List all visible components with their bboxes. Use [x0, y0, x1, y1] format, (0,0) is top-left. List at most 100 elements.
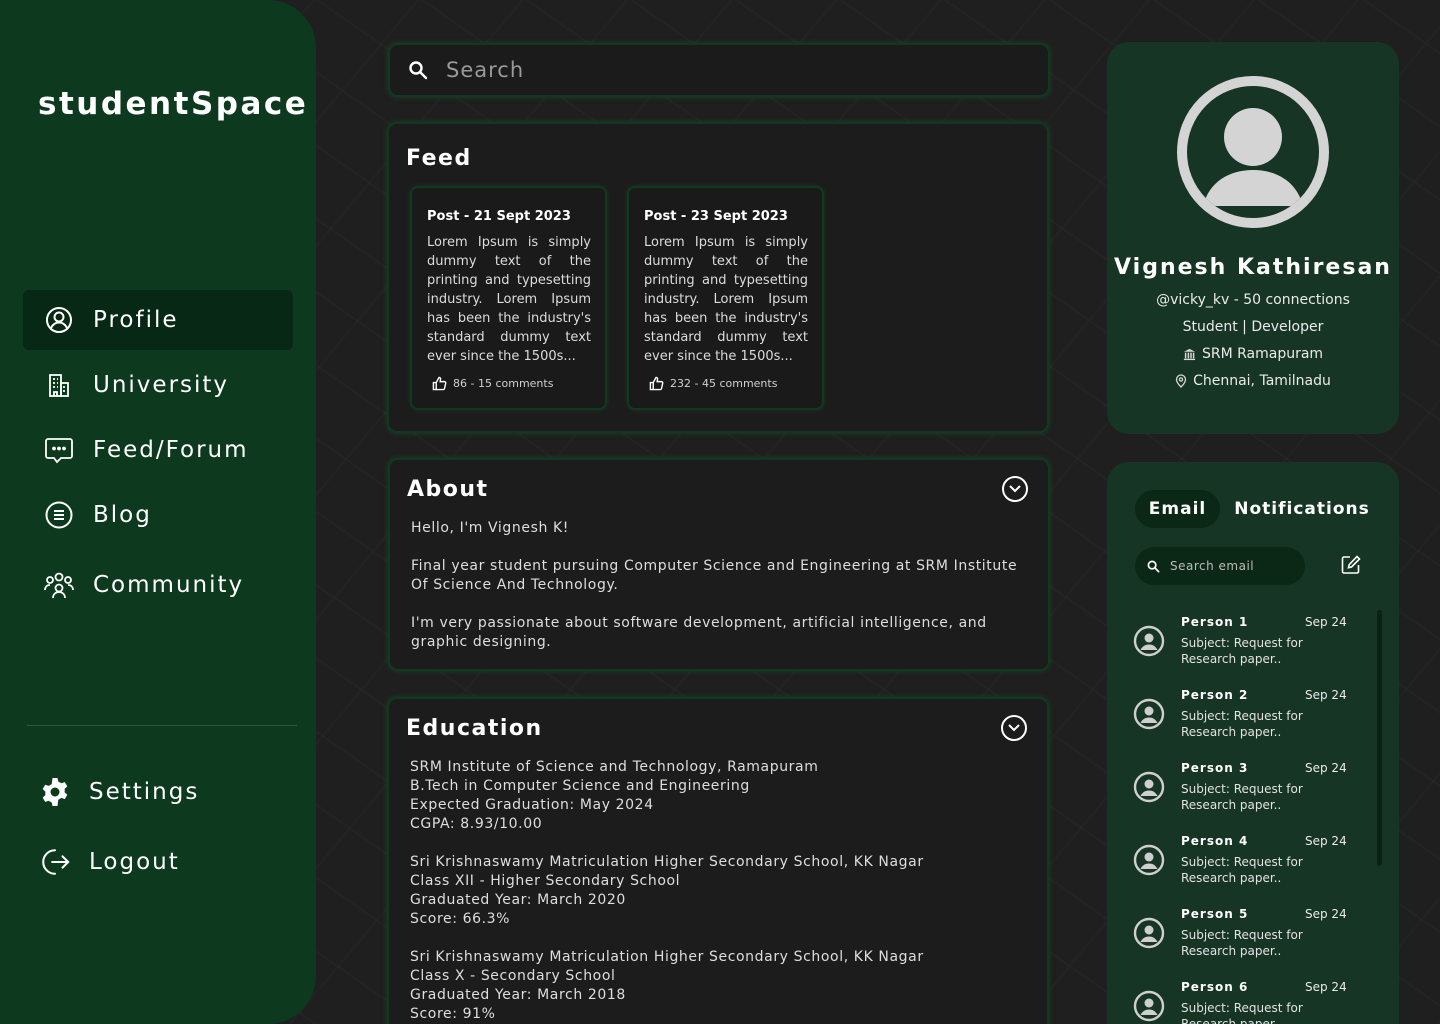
- education-institution: Sri Krishnaswamy Matriculation Higher Se…: [410, 949, 924, 965]
- email-date: Sep 24: [1305, 834, 1347, 848]
- education-degree: B.Tech in Computer Science and Engineeri…: [410, 778, 750, 794]
- user-silhouette-icon: [1203, 108, 1303, 206]
- logout-button[interactable]: Logout: [23, 832, 293, 892]
- email-date: Sep 24: [1305, 761, 1347, 775]
- email-subject: Subject: Request for Research paper..: [1181, 636, 1303, 666]
- sidebar-item-label: Profile: [93, 307, 179, 333]
- settings-button[interactable]: Settings: [23, 762, 293, 822]
- about-panel: About Hello, I'm Vignesh K! Final year s…: [388, 458, 1050, 671]
- post-body: Lorem Ipsum is simply dummy text of the …: [427, 235, 591, 364]
- email-search-input[interactable]: [1170, 559, 1290, 573]
- education-date: Expected Graduation: May 2024: [410, 797, 654, 813]
- email-subject: Subject: Request for Research paper..: [1181, 782, 1303, 812]
- education-degree: Class XII - Higher Secondary School: [410, 873, 681, 889]
- sidebar-item-feed-forum[interactable]: Feed/Forum: [23, 420, 293, 480]
- email-list-item[interactable]: Person 5 Sep 24 Subject: Request for Res…: [1133, 907, 1363, 967]
- email-date: Sep 24: [1305, 615, 1347, 629]
- profile-handle-text: @vicky_kv - 50 connections: [1156, 292, 1350, 308]
- email-list-item[interactable]: Person 3 Sep 24 Subject: Request for Res…: [1133, 761, 1363, 821]
- search-bar[interactable]: [388, 43, 1050, 97]
- compose-icon[interactable]: [1340, 554, 1362, 576]
- email-subject: Subject: Request for Research paper..: [1181, 709, 1303, 739]
- profile-location-text: Chennai, Tamilnadu: [1193, 373, 1331, 389]
- sidebar-divider: [27, 725, 297, 726]
- feed-panel: Feed Post - 21 Sept 2023 Lorem Ipsum is …: [387, 122, 1049, 433]
- profile-role: Student | Developer: [1107, 319, 1399, 335]
- email-list-item[interactable]: Person 6 Sep 24 Subject: Request for Res…: [1133, 980, 1363, 1024]
- inbox-scrollbar[interactable]: [1377, 610, 1382, 866]
- post-title: Post - 23 Sept 2023: [644, 209, 788, 224]
- user-avatar-icon: [1133, 625, 1165, 657]
- sidebar-item-label: Feed/Forum: [93, 437, 249, 463]
- gear-icon: [39, 776, 71, 808]
- post-body: Lorem Ipsum is simply dummy text of the …: [644, 235, 808, 364]
- email-list-item[interactable]: Person 2 Sep 24 Subject: Request for Res…: [1133, 688, 1363, 748]
- institution-icon: [1183, 348, 1196, 361]
- sidebar: studentSpace Profile University Feed/For…: [0, 0, 316, 1024]
- profile-location: Chennai, Tamilnadu: [1107, 373, 1399, 389]
- post-meta: 86 - 15 comments: [432, 376, 553, 391]
- thumbs-up-icon[interactable]: [432, 376, 447, 391]
- sidebar-item-label: Community: [93, 572, 245, 598]
- user-avatar-icon: [1133, 698, 1165, 730]
- search-icon: [1147, 560, 1160, 573]
- email-list-item[interactable]: Person 4 Sep 24 Subject: Request for Res…: [1133, 834, 1363, 894]
- chevron-down-icon: [1008, 724, 1020, 732]
- profile-institution-text: SRM Ramapuram: [1201, 346, 1324, 362]
- email-search-bar[interactable]: [1135, 547, 1305, 585]
- post-card[interactable]: Post - 23 Sept 2023 Lorem Ipsum is simpl…: [627, 186, 824, 410]
- profile-handle: @vicky_kv - 50 connections: [1107, 292, 1399, 308]
- email-subject: Subject: Request for Research paper..: [1181, 928, 1303, 958]
- email-date: Sep 24: [1305, 980, 1347, 994]
- sidebar-item-label: University: [93, 372, 230, 398]
- about-collapse-button[interactable]: [1002, 476, 1028, 502]
- profile-role-text: Student | Developer: [1182, 319, 1324, 335]
- post-meta: 232 - 45 comments: [649, 376, 777, 391]
- education-title: Education: [406, 716, 543, 741]
- email-subject: Subject: Request for Research paper..: [1181, 855, 1303, 885]
- email-list-item[interactable]: Person 1 Sep 24 Subject: Request for Res…: [1133, 615, 1363, 675]
- education-score: CGPA: 8.93/10.00: [410, 816, 543, 832]
- profile-institution: SRM Ramapuram: [1107, 346, 1399, 362]
- email-date: Sep 24: [1305, 688, 1347, 702]
- email-sender: Person 3: [1181, 761, 1249, 775]
- inbox-panel: Email Notifications Person 1 Sep 24 Subj…: [1107, 462, 1399, 1024]
- location-pin-icon: [1175, 374, 1187, 388]
- chevron-down-icon: [1009, 485, 1021, 493]
- education-score: Score: 66.3%: [410, 911, 511, 927]
- user-avatar-icon: [1133, 771, 1165, 803]
- settings-label: Settings: [89, 779, 200, 805]
- post-card[interactable]: Post - 21 Sept 2023 Lorem Ipsum is simpl…: [410, 186, 607, 410]
- education-panel: Education SRM Institute of Science and T…: [387, 697, 1049, 1024]
- education-date: Graduated Year: March 2018: [410, 987, 626, 1003]
- education-institution: Sri Krishnaswamy Matriculation Higher Se…: [410, 854, 924, 870]
- chat-bubble-icon: [43, 434, 75, 466]
- avatar[interactable]: [1177, 76, 1329, 228]
- app-logo[interactable]: studentSpace: [38, 86, 308, 122]
- logout-icon: [39, 846, 71, 878]
- sidebar-item-community[interactable]: Community: [23, 555, 293, 615]
- thumbs-up-icon[interactable]: [649, 376, 664, 391]
- sidebar-item-blog[interactable]: Blog: [23, 485, 293, 545]
- user-avatar-icon: [1133, 990, 1165, 1022]
- feed-title: Feed: [406, 146, 472, 171]
- education-collapse-button[interactable]: [1001, 715, 1027, 741]
- search-input[interactable]: [446, 58, 1006, 82]
- tab-notifications[interactable]: Notifications: [1233, 490, 1371, 528]
- logout-label: Logout: [89, 849, 180, 875]
- post-stats: 232 - 45 comments: [670, 377, 778, 390]
- about-paragraph: I'm very passionate about software devel…: [411, 615, 987, 650]
- profile-card: Vignesh Kathiresan @vicky_kv - 50 connec…: [1107, 42, 1399, 434]
- education-date: Graduated Year: March 2020: [410, 892, 626, 908]
- building-icon: [43, 369, 75, 401]
- email-sender: Person 2: [1181, 688, 1249, 702]
- search-icon: [408, 60, 428, 80]
- group-icon: [43, 569, 75, 601]
- email-sender: Person 5: [1181, 907, 1249, 921]
- tab-email[interactable]: Email: [1135, 490, 1220, 528]
- document-icon: [43, 499, 75, 531]
- email-date: Sep 24: [1305, 907, 1347, 921]
- sidebar-item-university[interactable]: University: [23, 355, 293, 415]
- sidebar-item-label: Blog: [93, 502, 152, 528]
- sidebar-item-profile[interactable]: Profile: [23, 290, 293, 350]
